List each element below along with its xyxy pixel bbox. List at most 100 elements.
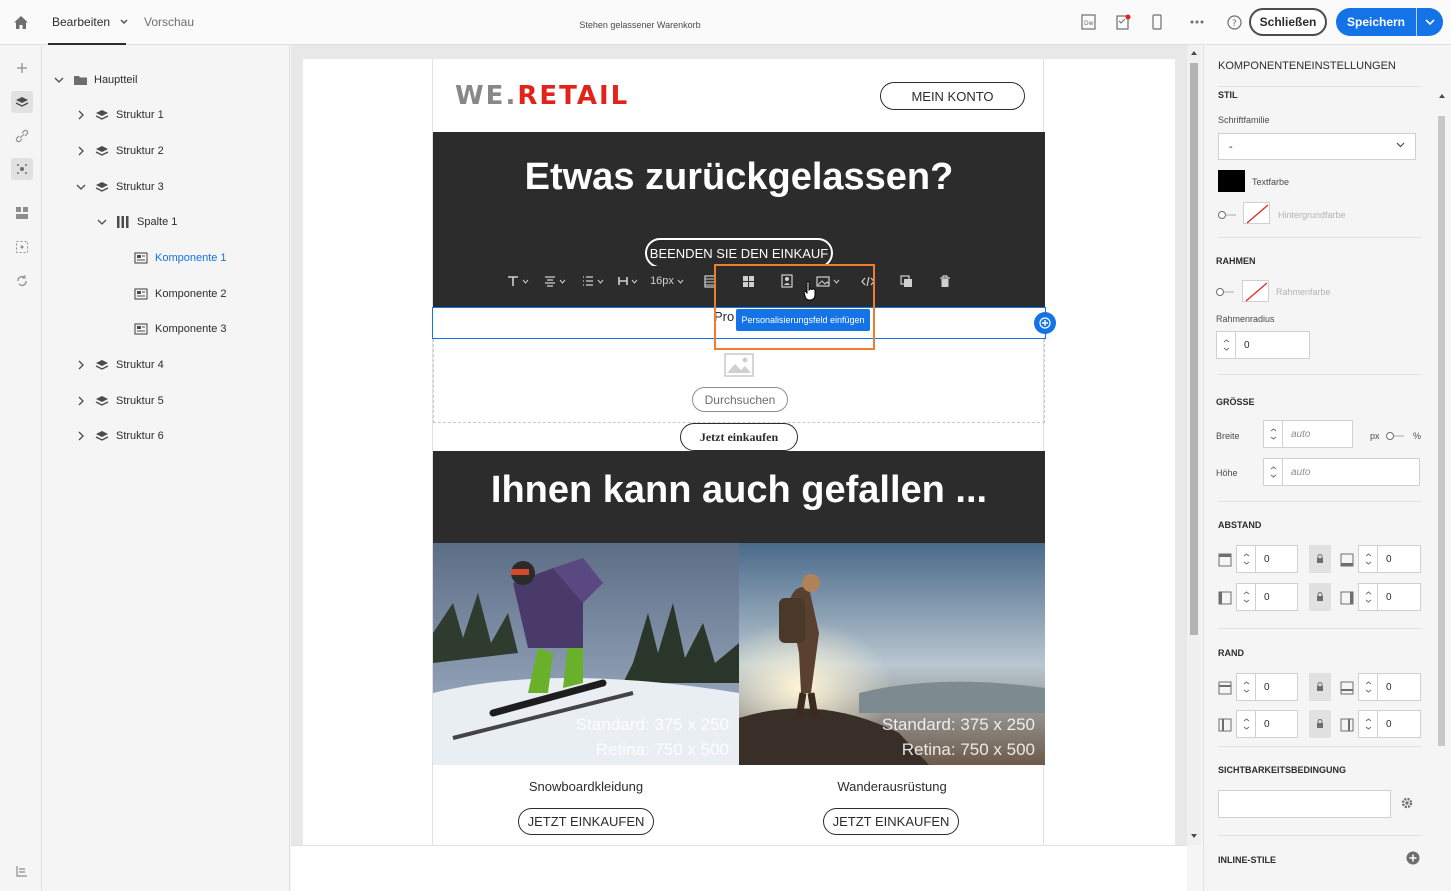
shop-now-snowboard-button[interactable]: JETZT EINKAUFEN <box>518 808 654 835</box>
close-button[interactable]: Schließen <box>1249 8 1327 36</box>
tree-item-component-2[interactable]: Komponente 2 <box>133 284 227 304</box>
layers-icon[interactable] <box>11 91 33 113</box>
height-stepper[interactable]: auto <box>1263 458 1420 486</box>
add-component-button[interactable] <box>1034 312 1056 334</box>
heading-button[interactable] <box>613 266 643 296</box>
tree-item-structure-6[interactable]: Struktur 6 <box>74 426 164 446</box>
tree-item-structure-3[interactable]: Struktur 3 <box>74 177 164 197</box>
chevron-right-icon[interactable] <box>74 431 88 441</box>
settings-scrollbar-thumb[interactable] <box>1438 116 1445 746</box>
border-color-toggle[interactable] <box>1216 288 1236 296</box>
padding-lock-icon[interactable] <box>1309 545 1331 573</box>
email-body[interactable]: WE.RETAIL MEIN KONTO Etwas zurückgelasse… <box>432 59 1056 845</box>
settings-tree-icon[interactable] <box>11 860 33 882</box>
tree-item-structure-5[interactable]: Struktur 5 <box>74 391 164 411</box>
product-image-hiking[interactable]: Standard: 375 x 250 Retina: 750 x 500 <box>739 543 1045 765</box>
product-image-snowboard[interactable]: Standard: 375 x 250 Retina: 750 x 500 <box>433 543 739 765</box>
background-color-swatch[interactable] <box>1243 202 1270 224</box>
stepper-arrows-icon[interactable] <box>1359 711 1378 737</box>
image-placeholder[interactable]: Durchsuchen <box>433 339 1045 423</box>
margin-lock-icon[interactable] <box>1309 673 1331 701</box>
padding-bottom-stepper[interactable]: 0 <box>1358 545 1421 573</box>
margin-top-stepper[interactable]: 0 <box>1236 673 1298 701</box>
my-account-button[interactable]: MEIN KONTO <box>880 82 1025 110</box>
stepper-arrows-icon[interactable] <box>1237 584 1256 610</box>
tree-item-structure-4[interactable]: Struktur 4 <box>74 355 164 375</box>
more-options-icon[interactable] <box>1187 12 1207 32</box>
recommendations-header: Ihnen kann auch gefallen ... <box>433 451 1045 543</box>
gear-icon[interactable] <box>1400 796 1414 810</box>
stepper-arrows-icon[interactable] <box>1237 546 1256 572</box>
margin-bottom-stepper[interactable]: 0 <box>1358 673 1421 701</box>
save-button[interactable]: Speichern <box>1336 8 1443 36</box>
save-menu-chevron-icon[interactable] <box>1417 18 1443 26</box>
font-size-button[interactable]: 16px <box>643 266 691 296</box>
tab-edit[interactable]: Bearbeiten <box>52 15 128 29</box>
link-icon[interactable] <box>11 125 33 147</box>
chevron-right-icon[interactable] <box>74 360 88 370</box>
tree-item-component-3[interactable]: Komponente 3 <box>133 319 227 339</box>
tree-item-structure-1[interactable]: Struktur 1 <box>74 105 164 125</box>
chevron-right-icon[interactable] <box>74 146 88 156</box>
chevron-down-icon[interactable] <box>74 184 88 190</box>
tab-preview[interactable]: Vorschau <box>144 15 194 29</box>
scroll-up-icon[interactable] <box>1190 50 1198 56</box>
background-color-toggle[interactable] <box>1218 211 1238 219</box>
margin-lock-icon[interactable] <box>1309 710 1331 738</box>
stepper-arrows-icon[interactable] <box>1217 332 1236 358</box>
stepper-arrows-icon[interactable] <box>1264 421 1283 447</box>
fragments-icon[interactable] <box>11 236 33 258</box>
chevron-right-icon[interactable] <box>74 396 88 406</box>
settings-scrollbar[interactable] <box>1436 88 1448 748</box>
delete-button[interactable] <box>925 266 965 296</box>
visibility-condition-input[interactable] <box>1218 790 1391 818</box>
margin-right-stepper[interactable]: 0 <box>1358 710 1421 738</box>
tree-item-column-1[interactable]: Spalte 1 <box>95 212 177 232</box>
dreamweaver-icon[interactable]: Dw <box>1078 12 1098 32</box>
canvas-scrollbar-thumb[interactable] <box>1190 63 1198 635</box>
padding-lock-icon[interactable] <box>1309 583 1331 611</box>
font-family-select[interactable]: - <box>1218 133 1416 160</box>
border-color-swatch[interactable] <box>1242 280 1269 302</box>
shop-now-button[interactable]: Jetzt einkaufen <box>680 423 798 451</box>
shop-now-hiking-button[interactable]: JETZT EINKAUFEN <box>823 808 959 835</box>
list-button[interactable] <box>573 266 613 296</box>
width-stepper[interactable]: auto <box>1263 420 1353 448</box>
mobile-preview-icon[interactable] <box>1147 12 1167 32</box>
text-style-button[interactable] <box>499 266 537 296</box>
structures-icon[interactable] <box>11 202 33 224</box>
unit-toggle[interactable] <box>1386 432 1406 440</box>
home-icon[interactable] <box>10 11 32 33</box>
padding-left-stepper[interactable]: 0 <box>1236 583 1298 611</box>
help-icon[interactable]: ? <box>1224 12 1244 32</box>
duplicate-button[interactable] <box>887 266 925 296</box>
browse-button[interactable]: Durchsuchen <box>692 387 788 412</box>
margin-left-stepper[interactable]: 0 <box>1236 710 1298 738</box>
stepper-arrows-icon[interactable] <box>1237 674 1256 700</box>
assets-icon[interactable] <box>11 158 33 180</box>
chevron-down-icon[interactable] <box>52 77 66 83</box>
tree-item-root[interactable]: Hauptteil <box>52 70 137 90</box>
add-inline-style-icon[interactable] <box>1406 851 1420 865</box>
border-radius-stepper[interactable]: 0 <box>1216 331 1310 359</box>
stepper-arrows-icon[interactable] <box>1237 711 1256 737</box>
divider <box>1218 628 1421 629</box>
sync-icon[interactable] <box>11 270 33 292</box>
proof-checklist-icon[interactable] <box>1113 12 1133 32</box>
add-icon[interactable] <box>11 57 33 79</box>
canvas-scrollbar[interactable] <box>1187 45 1201 845</box>
text-color-swatch[interactable] <box>1218 170 1245 192</box>
padding-right-stepper[interactable]: 0 <box>1358 583 1421 611</box>
chevron-down-icon[interactable] <box>95 219 109 225</box>
scroll-down-icon[interactable] <box>1190 833 1198 839</box>
stepper-arrows-icon[interactable] <box>1359 546 1378 572</box>
chevron-right-icon[interactable] <box>74 110 88 120</box>
tree-item-component-1[interactable]: Komponente 1 <box>133 248 227 268</box>
tree-item-structure-2[interactable]: Struktur 2 <box>74 141 164 161</box>
stepper-arrows-icon[interactable] <box>1359 584 1378 610</box>
scroll-up-icon[interactable] <box>1438 93 1446 99</box>
stepper-arrows-icon[interactable] <box>1359 674 1378 700</box>
padding-top-stepper[interactable]: 0 <box>1236 545 1298 573</box>
stepper-arrows-icon[interactable] <box>1264 459 1283 485</box>
align-button[interactable] <box>537 266 573 296</box>
